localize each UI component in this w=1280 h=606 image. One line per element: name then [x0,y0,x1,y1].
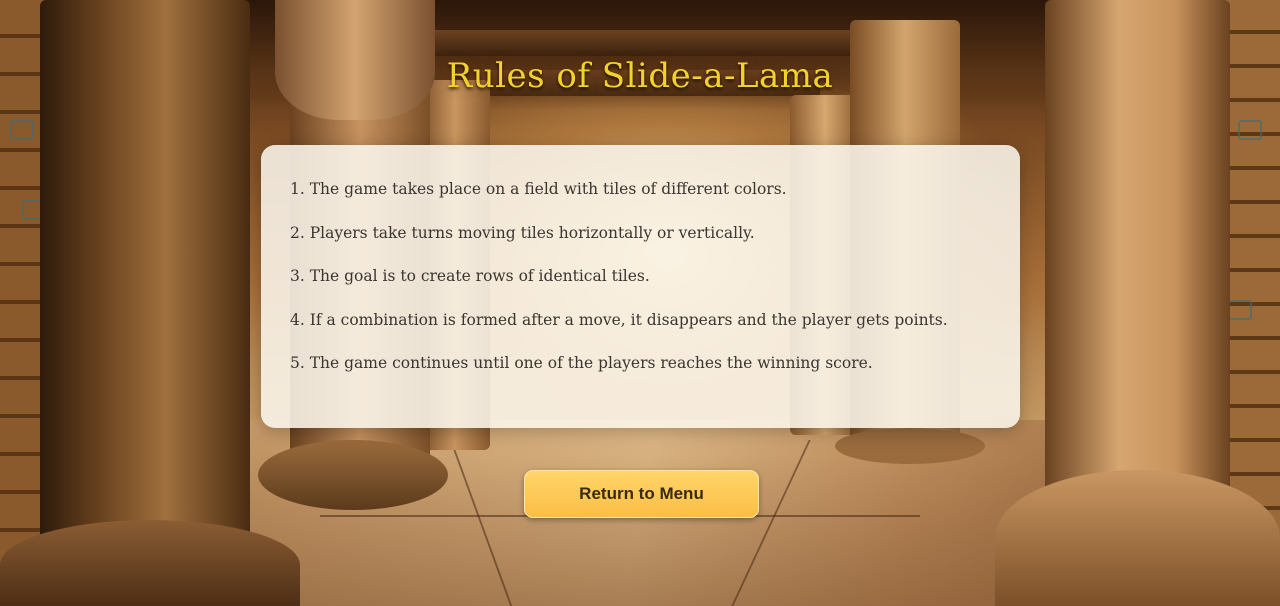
rules-panel: 1. The game takes place on a field with … [261,145,1020,428]
ceiling-beam [420,30,880,56]
pillar-left-base [0,520,300,606]
rule-item: 4. If a combination is formed after a mo… [290,310,948,329]
hieroglyph-icon [1228,300,1252,320]
pillar-base [835,428,985,464]
pillar-center-left-base [258,440,448,510]
rule-item: 2. Players take turns moving tiles horiz… [290,223,755,242]
rule-item: 3. The goal is to create rows of identic… [290,267,650,285]
rule-item: 1. The game takes place on a field with … [290,180,787,198]
return-to-menu-button[interactable]: Return to Menu [524,470,759,518]
hieroglyph-icon [10,120,34,140]
page-title: Rules of Slide-a-Lama [446,56,834,96]
pillar-right-base [995,470,1280,606]
rule-item: 5. The game continues until one of the p… [290,354,873,372]
hieroglyph-icon [1238,120,1262,140]
